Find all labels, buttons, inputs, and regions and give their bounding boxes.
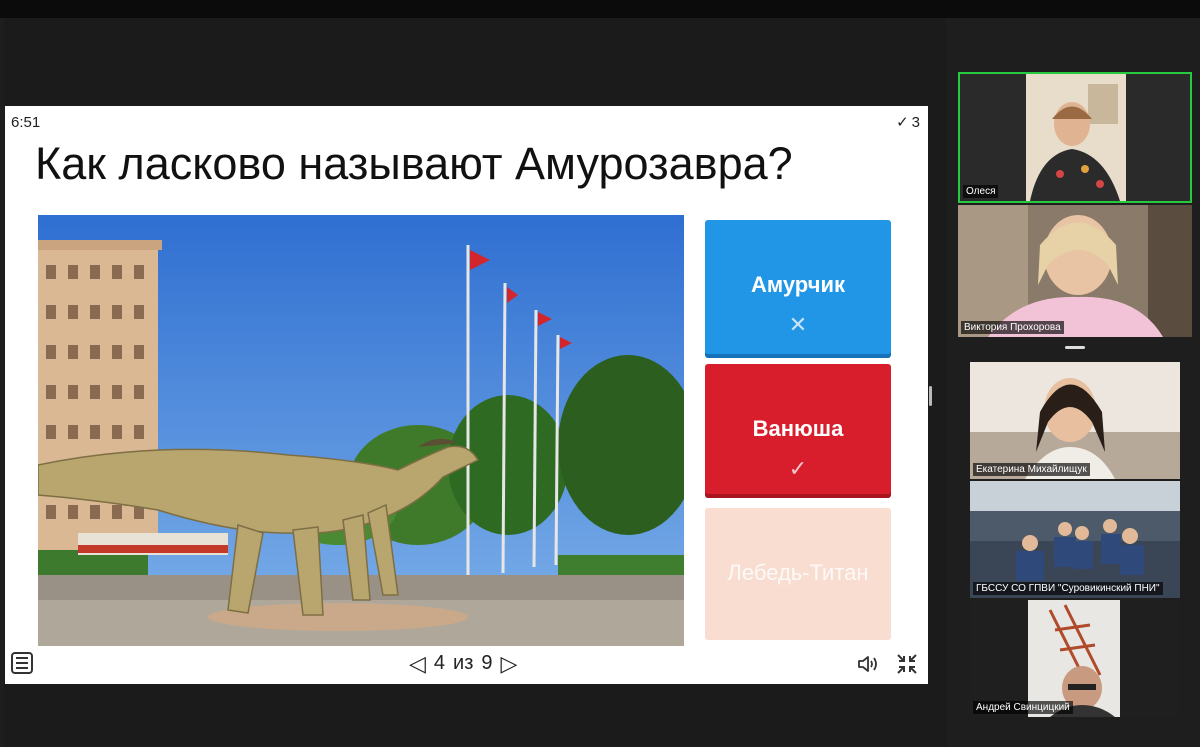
panel-grip[interactable] — [1065, 346, 1085, 349]
participant-tile[interactable]: Виктория Прохорова — [958, 205, 1192, 337]
menu-icon[interactable] — [11, 652, 33, 674]
next-arrow-icon[interactable]: ▷ — [501, 652, 518, 675]
total-slides: 9 — [481, 652, 493, 674]
answer-label: Амурчик — [750, 272, 845, 297]
prev-arrow-icon[interactable]: ◁ — [409, 652, 426, 675]
current-slide: 4 — [433, 652, 446, 674]
checkmark-icon: ✓ — [788, 456, 808, 481]
answer-label: Лебедь-Титан — [727, 560, 869, 585]
quiz-slide: 6:51 ✓ 3 Как ласково называют Амурозавра? — [5, 106, 928, 684]
participant-name: Виктория Прохорова — [961, 321, 1064, 334]
participant-name: Екатерина Михайлищук — [973, 463, 1090, 476]
participant-tile[interactable]: Олеся — [958, 72, 1192, 203]
panel-resize-handle[interactable] — [929, 386, 932, 406]
window-top-bar — [0, 0, 1200, 18]
answer-option-3[interactable]: Лебедь-Титан — [705, 508, 891, 640]
cross-icon: ✕ — [788, 312, 808, 337]
participant-tile[interactable]: Екатерина Михайлищук — [970, 362, 1180, 479]
participant-tile[interactable]: ГБССУ СО ГПВИ "Суровикинский ПНИ" — [970, 481, 1180, 598]
speaker-icon[interactable] — [857, 654, 881, 674]
answer-option-1[interactable]: Амурчик ✕ — [705, 220, 891, 354]
participant-name: Олеся — [963, 185, 999, 198]
quiz-timer: 6:51 — [11, 114, 41, 131]
score-counter: ✓ 3 — [896, 113, 920, 131]
participant-name: ГБССУ СО ГПВИ "Суровикинский ПНИ" — [973, 582, 1163, 595]
participant-tile[interactable]: Андрей Свинцицкий — [970, 600, 1180, 717]
answer-label: Ванюша — [752, 416, 844, 441]
question-photo — [38, 215, 684, 646]
participant-name: Андрей Свинцицкий — [973, 701, 1073, 714]
slide-pager: ◁ 4 из 9 ▷ — [409, 652, 517, 675]
collapse-icon[interactable] — [895, 652, 919, 676]
score-value: 3 — [911, 114, 920, 131]
checkmark-icon: ✓ — [896, 114, 909, 131]
pager-separator: из — [453, 652, 474, 674]
question-title: Как ласково называют Амурозавра? — [35, 138, 793, 189]
answer-option-2[interactable]: Ванюша ✓ — [705, 364, 891, 494]
